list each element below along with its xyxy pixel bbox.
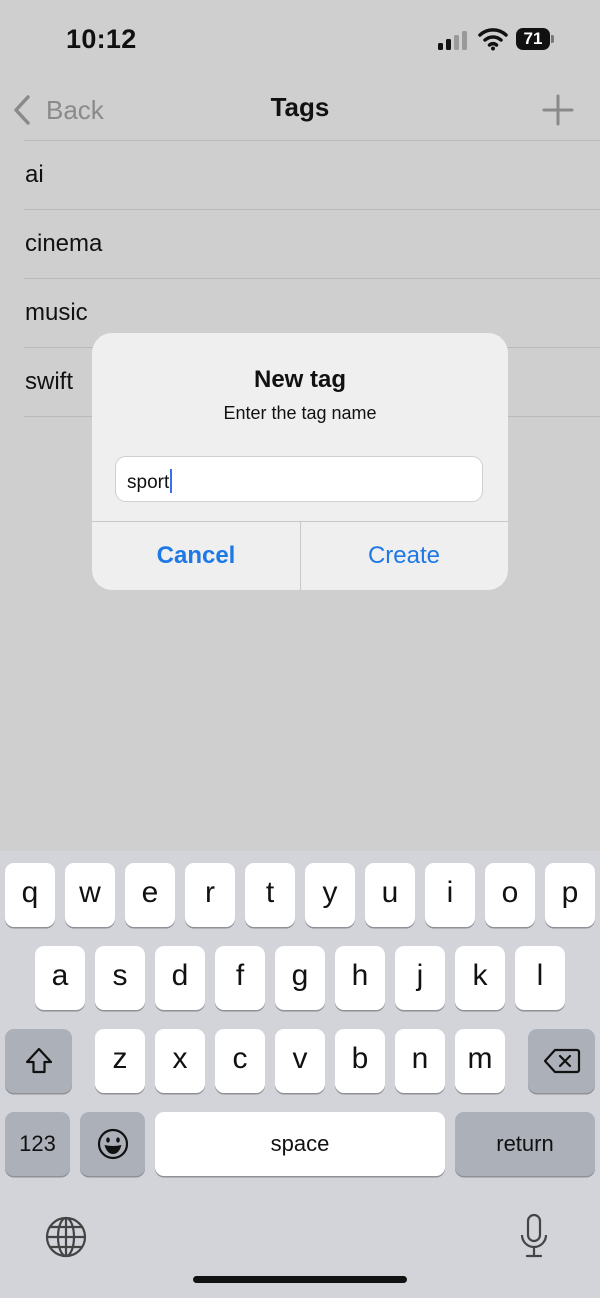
key-g[interactable]: g xyxy=(275,946,325,1010)
tag-label: ai xyxy=(25,161,44,188)
key-j[interactable]: j xyxy=(395,946,445,1010)
text-cursor xyxy=(170,469,173,493)
return-key[interactable]: return xyxy=(455,1112,595,1176)
globe-button[interactable] xyxy=(44,1215,88,1259)
key-i[interactable]: i xyxy=(425,863,475,927)
key-u[interactable]: u xyxy=(365,863,415,927)
status-time: 10:12 xyxy=(66,24,137,54)
alert-title: New tag xyxy=(253,366,346,393)
key-m[interactable]: m xyxy=(455,1029,505,1093)
key-a[interactable]: a xyxy=(35,946,85,1010)
delete-key[interactable] xyxy=(528,1029,595,1093)
key-e[interactable]: e xyxy=(125,863,175,927)
battery-icon: 71 xyxy=(516,28,554,50)
globe-icon xyxy=(45,1216,87,1258)
keyboard: q w e r t y u i o p a s d f g h j k l z … xyxy=(0,851,600,1298)
key-k[interactable]: k xyxy=(455,946,505,1010)
tag-name-input[interactable]: sport xyxy=(115,456,483,502)
space-key[interactable]: space xyxy=(155,1112,445,1176)
home-indicator xyxy=(193,1276,407,1283)
new-tag-alert: New tag Enter the tag name sport Cancel … xyxy=(92,333,508,590)
microphone-icon xyxy=(520,1213,548,1258)
cancel-button[interactable]: Cancel xyxy=(92,522,300,590)
key-z[interactable]: z xyxy=(95,1029,145,1093)
shift-icon xyxy=(25,1047,52,1074)
key-o[interactable]: o xyxy=(485,863,535,927)
plus-icon xyxy=(542,94,574,126)
key-n[interactable]: n xyxy=(395,1029,445,1093)
status-bar: 10:12 71 xyxy=(0,0,600,80)
numbers-key[interactable]: 123 xyxy=(5,1112,70,1176)
key-l[interactable]: l xyxy=(515,946,565,1010)
page-title: Tags xyxy=(270,92,330,122)
key-r[interactable]: r xyxy=(185,863,235,927)
key-c[interactable]: c xyxy=(215,1029,265,1093)
key-y[interactable]: y xyxy=(305,863,355,927)
add-tag-button[interactable] xyxy=(540,92,576,128)
key-t[interactable]: t xyxy=(245,863,295,927)
key-w[interactable]: w xyxy=(65,863,115,927)
list-item[interactable]: cinema xyxy=(24,209,600,278)
shift-key[interactable] xyxy=(5,1029,72,1093)
key-p[interactable]: p xyxy=(545,863,595,927)
battery-level: 71 xyxy=(523,29,543,48)
key-d[interactable]: d xyxy=(155,946,205,1010)
tag-label: music xyxy=(25,299,88,326)
create-button[interactable]: Create xyxy=(300,522,508,590)
tag-label: swift xyxy=(25,368,73,395)
dictation-button[interactable] xyxy=(518,1213,550,1261)
key-f[interactable]: f xyxy=(215,946,265,1010)
tag-name-value: sport xyxy=(127,472,170,493)
key-h[interactable]: h xyxy=(335,946,385,1010)
tag-label: cinema xyxy=(25,230,103,257)
key-v[interactable]: v xyxy=(275,1029,325,1093)
cellular-signal-icon xyxy=(438,30,468,50)
navigation-bar: Back Tags xyxy=(0,80,600,140)
wifi-icon xyxy=(478,27,508,51)
list-item[interactable]: ai xyxy=(24,140,600,209)
key-x[interactable]: x xyxy=(155,1029,205,1093)
backspace-icon xyxy=(543,1048,580,1074)
alert-message: Enter the tag name xyxy=(223,403,377,423)
key-s[interactable]: s xyxy=(95,946,145,1010)
key-b[interactable]: b xyxy=(335,1029,385,1093)
emoji-key[interactable] xyxy=(80,1112,145,1176)
key-q[interactable]: q xyxy=(5,863,55,927)
emoji-icon xyxy=(97,1128,128,1160)
